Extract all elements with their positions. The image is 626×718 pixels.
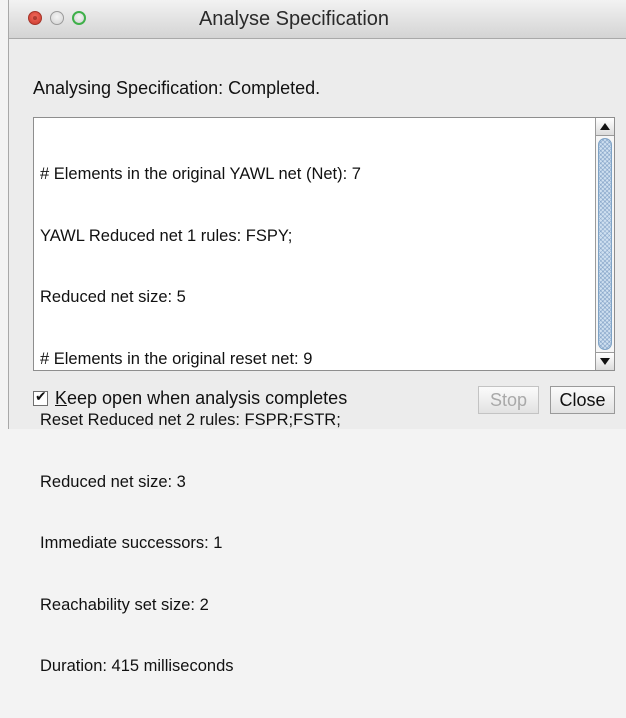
scroll-up-arrow-icon[interactable] [596, 118, 614, 136]
keep-open-mnemonic: K [55, 387, 68, 408]
analysis-status: Analysing Specification: Completed. [33, 78, 321, 98]
results-text-area[interactable]: # Elements in the original YAWL net (Net… [33, 117, 615, 675]
result-line: Reduced net size: 3 [40, 472, 186, 491]
result-line: Reduced net size: 5 [40, 288, 186, 306]
scroll-down-arrow-icon[interactable] [596, 352, 614, 370]
scrollbar-thumb[interactable] [598, 138, 612, 350]
window-title: Analyse Specification [198, 8, 390, 30]
result-line: # Elements in the original reset net: 9 [40, 349, 313, 368]
result-line: Reachability set size: 2 [40, 595, 209, 614]
keep-open-label-text: eep open when analysis completes [67, 387, 348, 408]
keep-open-label[interactable]: Keep open when analysis completes [55, 388, 347, 409]
close-button[interactable]: Close [550, 386, 615, 414]
stop-button[interactable]: Stop [478, 386, 539, 414]
title-bar[interactable]: Analyse Specification [9, 0, 626, 39]
results-text: # Elements in the original YAWL net (Net… [40, 123, 590, 718]
result-line: Immediate successors: 1 [40, 534, 223, 552]
vertical-scrollbar[interactable] [595, 118, 614, 370]
keep-open-checkbox[interactable] [33, 389, 48, 406]
result-line: Duration: 415 milliseconds [40, 657, 234, 675]
keep-open-option[interactable]: Keep open when analysis completes [33, 387, 347, 409]
result-line: # Elements in the original YAWL net (Net… [40, 165, 361, 183]
analyse-dialog: Analyse Specification Analysing Specific… [8, 0, 626, 675]
result-line: YAWL Reduced net 1 rules: FSPY; [40, 226, 293, 245]
